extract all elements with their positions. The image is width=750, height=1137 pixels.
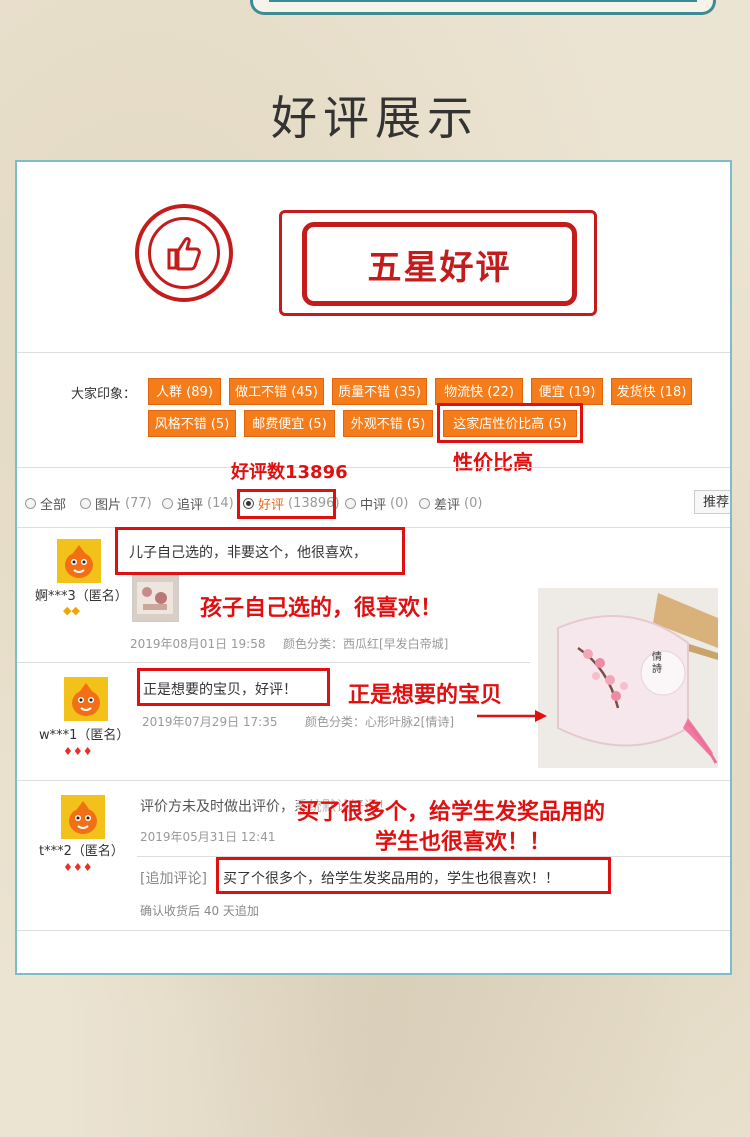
page-title: 好评展示 — [271, 91, 479, 145]
highlight-box-review1 — [115, 527, 405, 575]
arrow-right-icon — [477, 710, 547, 722]
impression-tag[interactable]: 邮费便宜 (5) — [244, 410, 335, 437]
impression-tag[interactable]: 发货快 (18) — [611, 378, 692, 405]
buyer-level-icon: ◆◆ — [63, 604, 80, 617]
mascot-icon — [69, 801, 97, 834]
filter-neutral[interactable]: 中评 (0) — [345, 494, 408, 513]
impression-tag[interactable]: 风格不错 (5) — [148, 410, 236, 437]
impression-tag[interactable]: 质量不错 (35) — [332, 378, 427, 405]
product-bookmark-image: 情 詩 — [538, 588, 718, 768]
annotation-review2: 正是想要的宝贝 — [348, 683, 503, 708]
filter-all[interactable]: 全部 — [25, 494, 66, 513]
review-variant: 颜色分类：心形叶脉2[情诗] — [305, 715, 454, 729]
filter-row: 全部 图片 (77) 追评 (14) 好评 (13896) 中评 (0) 差评 … — [17, 482, 730, 522]
reviewer-name: w***1（匿名） — [39, 728, 130, 743]
impression-tag[interactable]: 人群 (89) — [148, 378, 221, 405]
annotation-review1: 孩子自己选的，很喜欢！ — [200, 596, 443, 621]
review-photo-thumbnail[interactable] — [132, 575, 179, 622]
impression-tag[interactable]: 外观不错 (5) — [343, 410, 433, 437]
highlight-box-review3 — [216, 857, 611, 894]
filter-bad[interactable]: 差评 (0) — [419, 494, 482, 513]
review-date: 2019年07月29日 17:35 — [142, 715, 278, 729]
divider — [17, 780, 730, 781]
impressions-label: 大家印象： — [71, 387, 137, 402]
avatar — [64, 677, 108, 721]
reviewer-name: 婀***3（匿名） — [35, 589, 128, 604]
radio-icon[interactable] — [162, 498, 173, 509]
buyer-level-icon: ♦♦♦ — [63, 861, 93, 874]
divider — [17, 662, 530, 663]
highlight-box-good-filter — [237, 489, 336, 519]
followup-tag: [追加评论] — [140, 871, 207, 887]
review-date: 2019年08月01日 19:58 — [130, 637, 266, 651]
avatar — [61, 795, 105, 839]
thumbs-up-icon — [167, 237, 201, 271]
filter-followup[interactable]: 追评 (14) — [162, 494, 234, 513]
divider — [17, 930, 730, 931]
photo-image-icon — [137, 582, 173, 614]
highlight-box-value-tag — [437, 403, 583, 443]
review-date: 2019年05月31日 12:41 — [140, 830, 276, 844]
svg-text:情: 情 — [652, 650, 662, 663]
impression-tag[interactable]: 便宜 (19) — [531, 378, 603, 405]
divider — [17, 467, 730, 468]
followup-meta: 确认收货后 40 天追加 — [140, 904, 259, 918]
radio-icon[interactable] — [80, 498, 91, 509]
annotation-good-count: 好评数13896 — [231, 462, 348, 483]
sort-button[interactable]: 推荐 — [694, 490, 730, 514]
top-decorative-frame — [250, 0, 716, 15]
buyer-level-icon: ♦♦♦ — [63, 745, 93, 758]
review-panel: 五星好评 大家印象： 人群 (89) 做工不错 (45) 质量不错 (35) 物… — [15, 160, 732, 975]
impression-tag[interactable]: 做工不错 (45) — [229, 378, 324, 405]
divider — [17, 352, 730, 353]
five-star-stamp: 五星好评 — [302, 222, 577, 306]
annotation-value: 性价比高 — [453, 450, 533, 474]
mascot-icon — [65, 545, 93, 578]
annotation-review3-line1: 买了很多个，给学生发奖品用的 — [297, 794, 606, 826]
review-variant: 颜色分类：西瓜红[早发白帝城] — [283, 637, 449, 651]
radio-icon[interactable] — [25, 498, 36, 509]
annotation-review3-line2: 学生也很喜欢！！ — [375, 830, 552, 855]
filter-images[interactable]: 图片 (77) — [80, 494, 152, 513]
thumbs-up-stamp — [135, 204, 233, 302]
reviewer-name: t***2（匿名） — [39, 844, 124, 859]
mascot-icon — [72, 683, 100, 716]
impression-tag[interactable]: 物流快 (22) — [435, 378, 523, 405]
avatar — [57, 539, 101, 583]
bookmark-photo-icon: 情 詩 — [538, 588, 718, 768]
radio-icon[interactable] — [419, 498, 430, 509]
radio-icon[interactable] — [345, 498, 356, 509]
highlight-box-review2 — [137, 668, 330, 706]
svg-text:詩: 詩 — [652, 663, 662, 675]
